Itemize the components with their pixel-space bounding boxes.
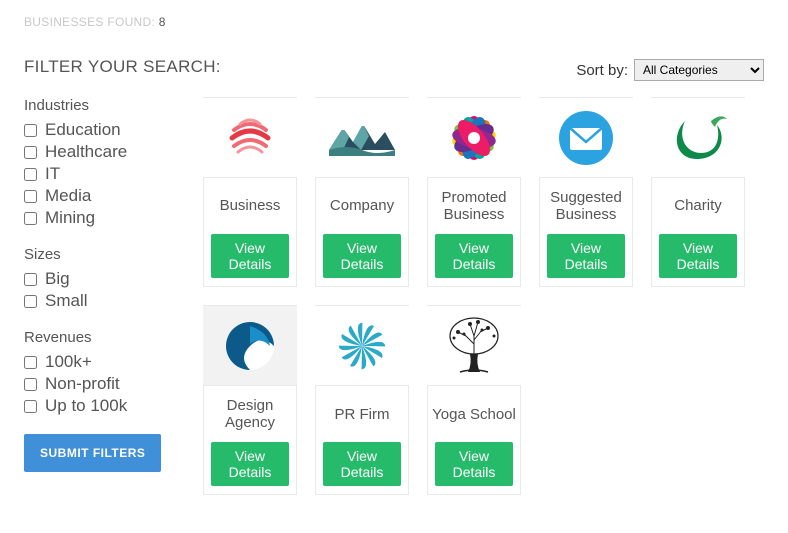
view-details-button[interactable]: View Details	[323, 442, 401, 486]
business-card: Promoted Business View Details	[427, 97, 521, 287]
filter-option-big[interactable]: Big	[24, 269, 179, 289]
checkbox-100k-plus[interactable]	[24, 356, 37, 369]
checkbox-non-profit[interactable]	[24, 378, 37, 391]
filter-option-up-to-100k[interactable]: Up to 100k	[24, 396, 179, 416]
business-card: PR Firm View Details	[315, 305, 409, 495]
sort-by-label: Sort by:	[576, 62, 628, 79]
checkbox-mining[interactable]	[24, 212, 37, 225]
filter-heading: FILTER YOUR SEARCH:	[24, 57, 221, 77]
card-title: Suggested Business	[542, 188, 630, 224]
view-details-button[interactable]: View Details	[211, 442, 289, 486]
checkbox-healthcare[interactable]	[24, 146, 37, 159]
mail-blue-icon	[539, 98, 633, 178]
sort-by-select[interactable]: All Categories	[634, 59, 764, 81]
card-title: Promoted Business	[430, 188, 518, 224]
filter-sidebar: Industries Education Healthcare IT Media…	[24, 97, 179, 472]
filter-option-mining[interactable]: Mining	[24, 208, 179, 228]
card-title: PR Firm	[335, 396, 390, 432]
business-card: Yoga School View Details	[427, 305, 521, 495]
card-title: Design Agency	[206, 396, 294, 432]
filter-option-education[interactable]: Education	[24, 120, 179, 140]
checkbox-up-to-100k[interactable]	[24, 400, 37, 413]
filter-group-revenues-title: Revenues	[24, 329, 179, 346]
business-card: Charity View Details	[651, 97, 745, 287]
business-card: Company View Details	[315, 97, 409, 287]
view-details-button[interactable]: View Details	[323, 234, 401, 278]
green-leaf-icon	[651, 98, 745, 178]
view-details-button[interactable]: View Details	[435, 234, 513, 278]
card-title: Business	[220, 188, 281, 224]
tree-icon	[427, 306, 521, 386]
filter-option-it[interactable]: IT	[24, 164, 179, 184]
checkbox-education[interactable]	[24, 124, 37, 137]
business-card: Suggested Business View Details	[539, 97, 633, 287]
card-title: Company	[330, 188, 394, 224]
view-details-button[interactable]: View Details	[211, 234, 289, 278]
view-details-button[interactable]: View Details	[435, 442, 513, 486]
filter-option-media[interactable]: Media	[24, 186, 179, 206]
checkbox-small[interactable]	[24, 295, 37, 308]
checkbox-big[interactable]	[24, 273, 37, 286]
filter-group-sizes-title: Sizes	[24, 246, 179, 263]
submit-filters-button[interactable]: SUBMIT FILTERS	[24, 434, 161, 472]
filter-option-non-profit[interactable]: Non-profit	[24, 374, 179, 394]
filter-group-industries-title: Industries	[24, 97, 179, 114]
checkbox-it[interactable]	[24, 168, 37, 181]
view-details-button[interactable]: View Details	[659, 234, 737, 278]
businesses-found-label: BUSINESSES FOUND: 8	[24, 15, 764, 29]
card-title: Yoga School	[432, 396, 516, 432]
blue-wave-icon	[203, 306, 297, 386]
filter-option-healthcare[interactable]: Healthcare	[24, 142, 179, 162]
business-card: Business View Details	[203, 97, 297, 287]
mountains-icon	[315, 98, 409, 178]
view-details-button[interactable]: View Details	[547, 234, 625, 278]
card-title: Charity	[674, 188, 722, 224]
checkbox-media[interactable]	[24, 190, 37, 203]
teal-spiral-icon	[315, 306, 409, 386]
filter-option-100k-plus[interactable]: 100k+	[24, 352, 179, 372]
business-card: Design Agency View Details	[203, 305, 297, 495]
rainbow-flower-icon	[427, 98, 521, 178]
businesses-found-count: 8	[159, 15, 166, 29]
globe-red-icon	[203, 98, 297, 178]
filter-option-small[interactable]: Small	[24, 291, 179, 311]
business-grid: Business View Details Company View Detai…	[203, 97, 764, 495]
